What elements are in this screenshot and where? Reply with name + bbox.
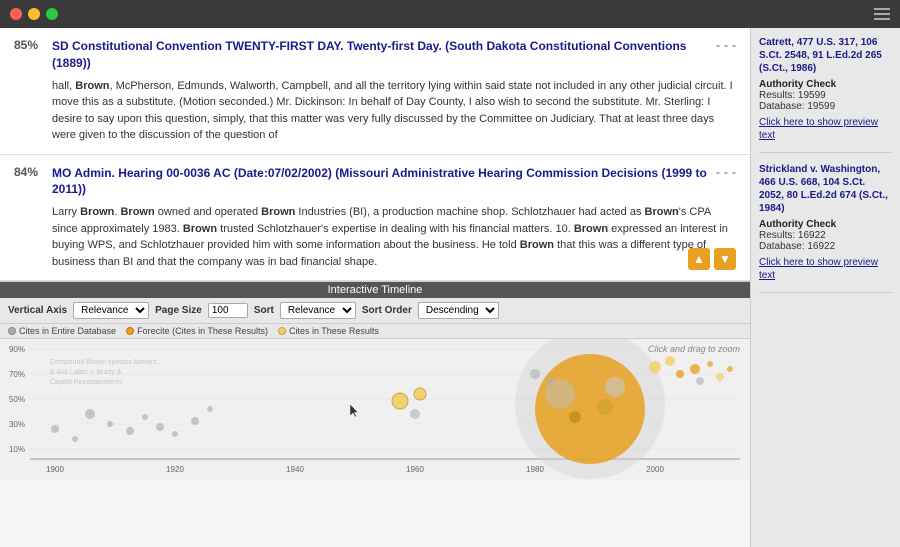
result-item-2: 84% MO Admin. Hearing 00-0036 AC (Date:0…	[0, 155, 750, 282]
result-actions-1: - - -	[716, 38, 736, 52]
action-dash-2a[interactable]: -	[716, 165, 720, 179]
svg-text:Capitol Reinstatements: Capitol Reinstatements	[50, 379, 123, 386]
timeline-header-label: Interactive Timeline	[328, 284, 423, 296]
timeline-header: Interactive Timeline	[0, 282, 750, 298]
sort-select[interactable]: Relevance	[280, 302, 356, 319]
menu-bar-3	[874, 18, 890, 20]
result-title-2[interactable]: MO Admin. Hearing 00-0036 AC (Date:07/02…	[52, 165, 708, 199]
sidebar-case2-authority-label: Authority Check	[759, 219, 836, 230]
sidebar-case1-database-value: 19599	[807, 101, 835, 112]
legend-dot-gray	[8, 327, 16, 335]
svg-text:Compound Brown species Aliment: Compound Brown species Aliment...	[50, 359, 162, 366]
svg-text:90%: 90%	[9, 345, 25, 354]
page-size-label: Page Size	[155, 305, 202, 316]
legend-item-orange: Forecite (Cites in These Results)	[126, 326, 268, 336]
result-header-1: 85% SD Constitutional Convention TWENTY-…	[14, 38, 736, 72]
legend-item-gray: Cites in Entire Database	[8, 326, 116, 336]
vertical-axis-select[interactable]: Relevance	[73, 302, 149, 319]
legend-item-yellow: Cites in These Results	[278, 326, 379, 336]
legend-dot-yellow	[278, 327, 286, 335]
result-body-1: hall, Brown, McPherson, Edmunds, Walwort…	[52, 78, 736, 144]
svg-text:70%: 70%	[9, 370, 25, 379]
sidebar-case1-results-label: Results:	[759, 90, 795, 101]
action-dash-2b[interactable]: -	[724, 165, 728, 179]
sort-order-select[interactable]: Descending	[418, 302, 499, 319]
action-dash-1b[interactable]: -	[724, 38, 728, 52]
sidebar-case2-results-value: 16922	[798, 230, 826, 241]
traffic-lights	[10, 8, 58, 20]
result-score-2: 84%	[14, 165, 44, 179]
main-area: 85% SD Constitutional Convention TWENTY-…	[0, 28, 900, 547]
menu-bar-1	[874, 8, 890, 10]
svg-text:1900: 1900	[46, 465, 64, 474]
scroll-up-button[interactable]: ▲	[688, 248, 710, 270]
svg-text:10%: 10%	[9, 445, 25, 454]
sort-label: Sort	[254, 305, 274, 316]
menu-icon[interactable]	[874, 8, 890, 20]
svg-text:1960: 1960	[406, 465, 424, 474]
sidebar-case1-preview-link[interactable]: Click here to show preview text	[759, 116, 892, 142]
sidebar-case2-results-label: Results:	[759, 230, 795, 241]
page-size-input[interactable]	[208, 303, 248, 318]
legend: Cites in Entire Database Forecite (Cites…	[0, 324, 750, 339]
svg-text:2000: 2000	[646, 465, 664, 474]
sidebar: Catrett, 477 U.S. 317, 106 S.Ct. 2548, 9…	[750, 28, 900, 547]
svg-text:& Alia Labor v. Brady &: & Alia Labor v. Brady &	[50, 369, 122, 376]
timeline-section: Interactive Timeline Vertical Axis Relev…	[0, 281, 750, 481]
svg-text:1940: 1940	[286, 465, 304, 474]
sidebar-case2-title[interactable]: Strickland v. Washington, 466 U.S. 668, …	[759, 163, 892, 215]
minimize-button[interactable]	[28, 8, 40, 20]
sidebar-case1-database-label: Database:	[759, 101, 805, 112]
result-header-2: 84% MO Admin. Hearing 00-0036 AC (Date:0…	[14, 165, 736, 199]
result-title-1[interactable]: SD Constitutional Convention TWENTY-FIRS…	[52, 38, 708, 72]
svg-text:50%: 50%	[9, 395, 25, 404]
sidebar-case2-database-value: 16922	[807, 241, 835, 252]
svg-text:30%: 30%	[9, 420, 25, 429]
action-dash-1a[interactable]: -	[716, 38, 720, 52]
legend-label-gray: Cites in Entire Database	[19, 326, 116, 336]
chart-area[interactable]: Click and drag to zoom 90% 70% 50% 30% 1…	[0, 339, 750, 487]
sidebar-case2-preview-link[interactable]: Click here to show preview text	[759, 256, 892, 282]
svg-text:1980: 1980	[526, 465, 544, 474]
sort-order-label: Sort Order	[362, 305, 412, 316]
menu-bar-2	[874, 13, 890, 15]
sidebar-case1-authority-label: Authority Check	[759, 79, 836, 90]
result-body-2: Larry Brown. Brown owned and operated Br…	[52, 204, 736, 270]
titlebar	[0, 0, 900, 28]
timeline-chart[interactable]: 90% 70% 50% 30% 10% 1900 1920 1940 1960 …	[0, 339, 750, 487]
sidebar-case1-results-value: 19599	[798, 90, 826, 101]
zoom-hint: Click and drag to zoom	[648, 344, 740, 354]
results-panel: 85% SD Constitutional Convention TWENTY-…	[0, 28, 750, 547]
legend-dot-orange	[126, 327, 134, 335]
action-dash-2c[interactable]: -	[732, 165, 736, 179]
nav-buttons: ▲ ▼	[688, 248, 736, 270]
timeline-controls: Vertical Axis Relevance Page Size Sort R…	[0, 298, 750, 324]
legend-label-orange: Forecite (Cites in These Results)	[137, 326, 268, 336]
sidebar-case1-title[interactable]: Catrett, 477 U.S. 317, 106 S.Ct. 2548, 9…	[759, 36, 892, 75]
maximize-button[interactable]	[46, 8, 58, 20]
sidebar-case2-database-label: Database:	[759, 241, 805, 252]
action-dash-1c[interactable]: -	[732, 38, 736, 52]
svg-text:1920: 1920	[166, 465, 184, 474]
legend-label-yellow: Cites in These Results	[289, 326, 379, 336]
sidebar-case2: Strickland v. Washington, 466 U.S. 668, …	[759, 163, 892, 293]
scroll-down-button[interactable]: ▼	[714, 248, 736, 270]
close-button[interactable]	[10, 8, 22, 20]
sidebar-case1: Catrett, 477 U.S. 317, 106 S.Ct. 2548, 9…	[759, 36, 892, 153]
result-item-1: 85% SD Constitutional Convention TWENTY-…	[0, 28, 750, 155]
vertical-axis-label: Vertical Axis	[8, 305, 67, 316]
result-actions-2: - - -	[716, 165, 736, 179]
result-score-1: 85%	[14, 38, 44, 52]
